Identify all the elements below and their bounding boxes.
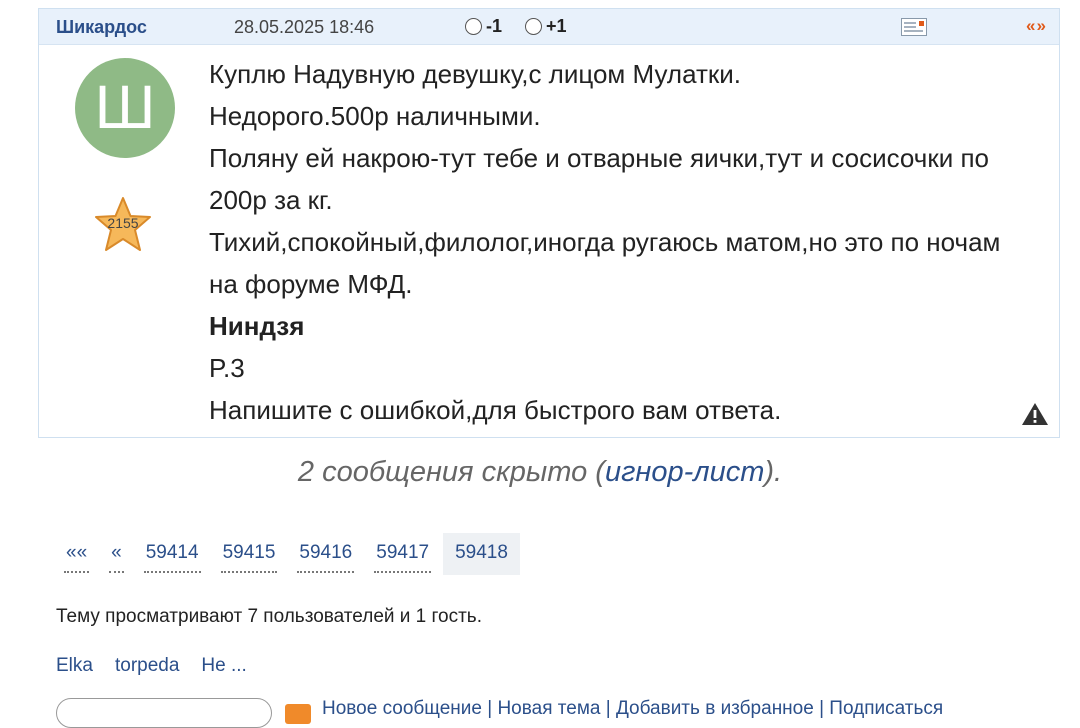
page-current: 59418 [443, 533, 520, 575]
viewers-text: Тему просматривают 7 пользователей и 1 г… [56, 606, 482, 627]
post-header: Шикардос 28.05.2025 18:46 -1 +1 «» [39, 9, 1059, 45]
quick-search-input[interactable] [56, 698, 272, 728]
page-link[interactable]: 59415 [213, 533, 286, 575]
post-date: 28.05.2025 18:46 [234, 17, 375, 37]
post-line: Тихий,спокойный,филолог,иногда ругаюсь м… [209, 227, 1001, 299]
user-link[interactable]: Elka [56, 655, 93, 677]
page-first-link[interactable]: «« [56, 533, 97, 575]
online-users-list: Elka torpeda Не ... [56, 655, 247, 677]
vote-minus-label: -1 [486, 16, 503, 36]
page-prev-link[interactable]: « [101, 533, 132, 575]
vote-plus-label: +1 [546, 16, 567, 36]
pagination: «« « 59414 59415 59416 59417 59418 [56, 533, 524, 575]
post-line: Напишите с ошибкой,для быстрого вам отве… [209, 395, 782, 425]
post-author-link[interactable]: Шикардос [56, 17, 147, 38]
message-card-icon[interactable] [901, 18, 927, 36]
forum-post: Шикардос 28.05.2025 18:46 -1 +1 «» Ш 215… [38, 8, 1060, 438]
post-line: Куплю Надувную девушку,с лицом Мулатки. [209, 59, 741, 89]
page-link[interactable]: 59414 [136, 533, 209, 575]
warning-report-icon[interactable] [1021, 401, 1049, 427]
avatar[interactable]: Ш [75, 58, 175, 158]
post-body: Куплю Надувную девушку,с лицом Мулатки. … [209, 53, 1029, 431]
vote-minus-radio[interactable]: -1 [465, 16, 502, 37]
radio-circle-icon[interactable] [525, 18, 542, 35]
hidden-prefix: 2 сообщения скрыто ( [297, 456, 605, 488]
post-line: P.3 [209, 353, 245, 383]
hidden-messages-note: 2 сообщения скрыто (игнор-лист). [0, 456, 1080, 489]
page-link[interactable]: 59417 [366, 533, 439, 575]
rating-number: 2155 [107, 215, 139, 231]
rss-icon[interactable] [285, 704, 311, 724]
page-link[interactable]: 59416 [289, 533, 362, 575]
post-line: Поляну ей накрою-тут тебе и отварные яич… [209, 143, 990, 215]
hidden-suffix: ). [764, 456, 783, 488]
user-link[interactable]: torpeda [115, 655, 179, 677]
post-line-bold: Ниндзя [209, 311, 305, 341]
vote-plus-radio[interactable]: +1 [525, 16, 567, 37]
quote-button[interactable]: «» [1026, 16, 1047, 36]
user-link-more[interactable]: Не ... [201, 655, 246, 677]
radio-circle-icon[interactable] [465, 18, 482, 35]
post-line: Недорого.500р наличными. [209, 101, 541, 131]
topic-actions-links[interactable]: Новое сообщение | Новая тема | Добавить … [322, 698, 943, 720]
ignore-list-link[interactable]: игнор-лист [605, 456, 764, 488]
